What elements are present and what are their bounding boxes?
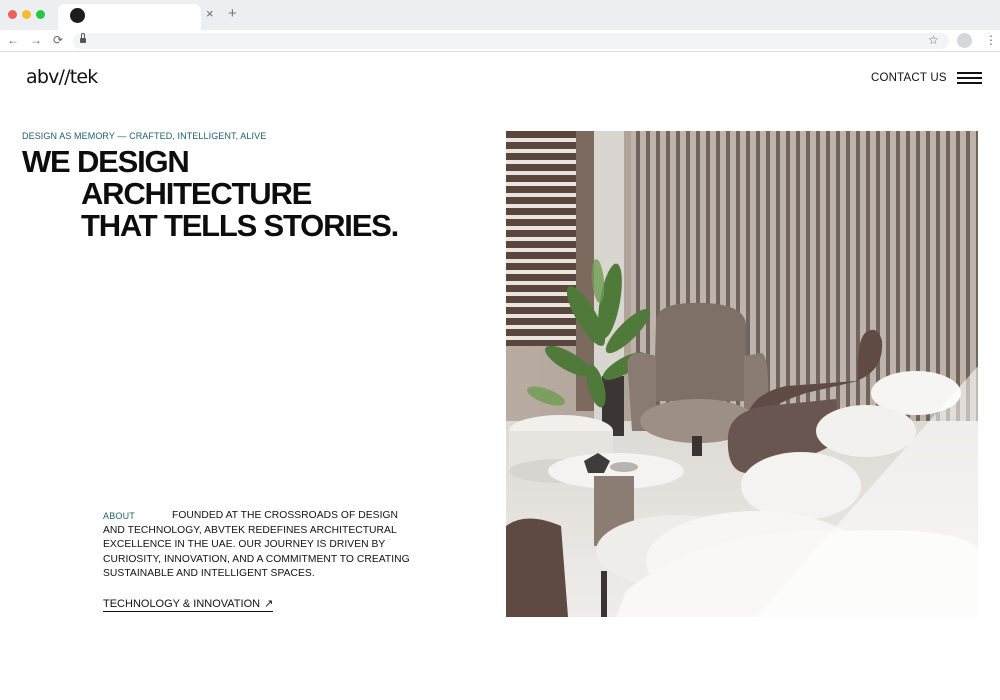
address-bar[interactable] (73, 33, 949, 49)
favicon-icon (70, 8, 85, 23)
technology-innovation-label: TECHNOLOGY & INNOVATION (103, 598, 261, 610)
headline-line: THAT TELLS STORIES. (81, 208, 399, 243)
browser-menu-icon[interactable]: ⋮ (985, 33, 997, 47)
tab-close-icon[interactable]: × (206, 7, 214, 21)
interior-photo (506, 131, 978, 617)
arrow-up-right-icon: ↗ (264, 598, 274, 610)
hamburger-menu-icon[interactable] (957, 72, 982, 84)
site-logo[interactable]: abv//tek (26, 66, 98, 88)
maximize-window-button[interactable] (36, 10, 45, 19)
browser-toolbar: ← → ⟳ ☆ ⋮ (0, 30, 1000, 52)
headline-line: WE DESIGN (22, 144, 190, 179)
browser-tab-strip: × + (0, 0, 1000, 30)
technology-innovation-link[interactable]: TECHNOLOGY & INNOVATION ↗ (103, 597, 274, 612)
reload-icon[interactable]: ⟳ (53, 32, 63, 48)
about-paragraph: FOUNDED AT THE CROSSROADS OF DESIGN AND … (103, 510, 410, 580)
hero-tagline: DESIGN AS MEMORY — CRAFTED, INTELLIGENT,… (22, 131, 267, 141)
contact-us-link[interactable]: CONTACT US (871, 72, 947, 84)
close-window-button[interactable] (8, 10, 17, 19)
bookmark-star-icon[interactable]: ☆ (928, 33, 939, 47)
back-arrow-icon[interactable]: ← (7, 32, 19, 48)
browser-tab[interactable] (58, 4, 201, 30)
minimize-window-button[interactable] (22, 10, 31, 19)
lock-icon (80, 33, 86, 43)
headline-line: ARCHITECTURE (81, 176, 312, 211)
profile-avatar-icon[interactable] (957, 33, 972, 48)
interior-illustration (506, 131, 978, 617)
forward-arrow-icon[interactable]: → (30, 32, 42, 48)
new-tab-icon[interactable]: + (228, 6, 237, 22)
